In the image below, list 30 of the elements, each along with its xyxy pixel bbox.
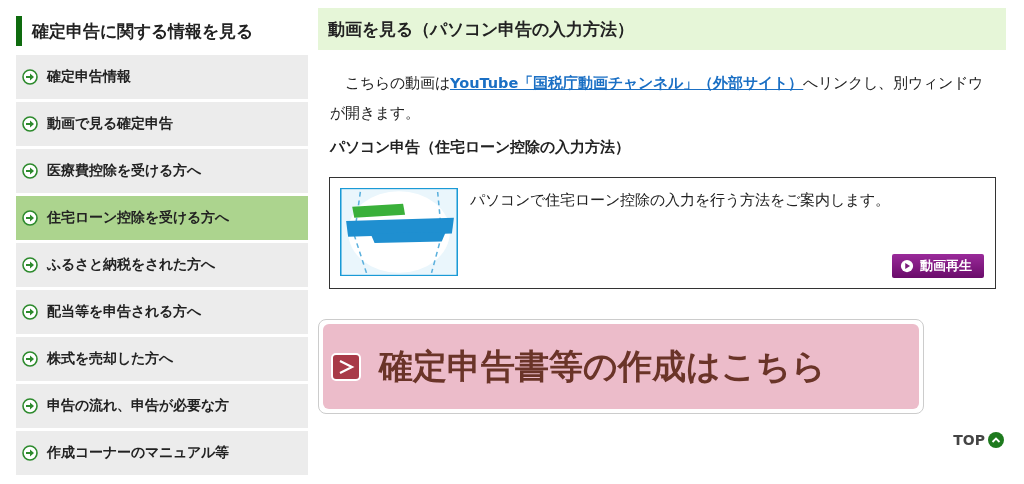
- sidebar-title: 確定申告に関する情報を見る: [16, 16, 308, 46]
- create-return-button[interactable]: 確定申告書等の作成はこちら: [323, 324, 919, 409]
- arrow-circle-icon: [22, 398, 38, 414]
- sidebar-item[interactable]: 作成コーナーのマニュアル等: [16, 431, 308, 475]
- play-icon: [900, 259, 914, 273]
- arrow-circle-icon: [22, 351, 38, 367]
- chevron-up-icon: [988, 432, 1004, 448]
- sidebar-item[interactable]: 配当等を申告される方へ: [16, 290, 308, 334]
- play-video-button[interactable]: 動画再生: [892, 254, 984, 278]
- sidebar-item[interactable]: 株式を売却した方へ: [16, 337, 308, 381]
- intro-paragraph: こちらの動画はYouTube「国税庁動画チャンネル」（外部サイト）へリンクし、別ウィンドウが開きます。: [330, 74, 985, 123]
- sidebar-item[interactable]: 医療費控除を受ける方へ: [16, 149, 308, 193]
- arrow-circle-icon: [22, 445, 38, 461]
- arrow-circle-icon: [22, 116, 38, 132]
- section-heading: 動画を見る（パソコン申告の入力方法）: [318, 8, 1006, 50]
- arrow-circle-icon: [22, 163, 38, 179]
- sidebar-item[interactable]: 動画で見る確定申告: [16, 102, 308, 146]
- sidebar-item[interactable]: 確定申告情報: [16, 55, 308, 99]
- video-description: パソコンで住宅ローン控除の入力を行う方法をご案内します。: [470, 191, 890, 210]
- subheading: パソコン申告（住宅ローン控除の入力方法）: [330, 138, 631, 157]
- sidebar-item[interactable]: 申告の流れ、申告が必要な方: [16, 384, 308, 428]
- sidebar-item[interactable]: ふるさと納税をされた方へ: [16, 243, 308, 287]
- sidebar-item[interactable]: 住宅ローン控除を受ける方へ: [16, 196, 308, 240]
- arrow-circle-icon: [22, 210, 38, 226]
- back-to-top-link[interactable]: TOP: [953, 432, 1004, 448]
- youtube-link[interactable]: YouTube「国税庁動画チャンネル」（外部サイト）: [450, 75, 804, 91]
- chevron-icon: [331, 352, 361, 381]
- arrow-circle-icon: [22, 304, 38, 320]
- arrow-circle-icon: [22, 69, 38, 85]
- arrow-circle-icon: [22, 257, 38, 273]
